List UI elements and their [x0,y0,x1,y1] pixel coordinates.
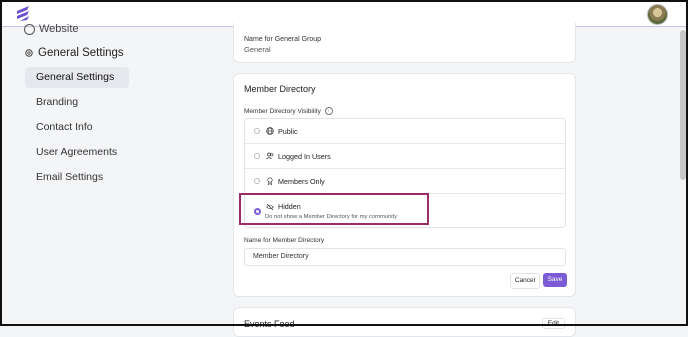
edit-button[interactable]: Edit [541,318,565,329]
hidden-option-highlight [239,193,429,225]
save-button[interactable]: Save [543,273,567,287]
badge-icon [267,177,273,185]
sidebar-item-contact-info[interactable]: Contact Info [25,117,129,138]
globe-icon [266,127,274,135]
member-directory-name-input[interactable]: Member Directory [244,248,566,266]
visibility-option-logged-in-users[interactable]: Logged In Users [245,144,565,169]
globe-icon [24,23,35,35]
member-directory-name-label: Name for Member Directory [244,237,325,244]
sidebar-item-branding[interactable]: Branding [25,92,129,113]
visibility-option-public[interactable]: Public [245,119,565,144]
sidebar-group-general-settings[interactable]: General Settings [24,47,124,59]
info-icon[interactable]: i [324,107,333,115]
general-group-name-value: General [244,45,271,54]
radio-public[interactable] [254,128,260,134]
app-logo-icon[interactable] [14,5,32,23]
settings-sidebar: Website General Settings General Setting… [0,23,200,326]
general-group-card: Name for General Group General [233,23,576,63]
sidebar-item-user-agreements[interactable]: User Agreements [25,142,129,163]
gear-icon [25,49,33,57]
users-icon [266,152,274,160]
member-directory-title: Member Directory [244,84,316,94]
radio-logged-in-users[interactable] [254,153,260,159]
sidebar-item-email-settings[interactable]: Email Settings [25,167,129,188]
radio-members-only[interactable] [254,178,260,184]
user-avatar[interactable] [647,4,668,25]
sidebar-item-general-settings[interactable]: General Settings [25,67,129,88]
member-directory-card: Member Directory Member Directory Visibi… [233,73,576,297]
visibility-label: Member Directory Visibility i [244,107,333,115]
sidebar-item-website[interactable]: Website [24,23,79,35]
visibility-option-members-only[interactable]: Members Only [245,169,565,194]
events-feed-title: Events Feed [244,319,295,329]
scrollbar[interactable] [680,30,686,180]
cancel-button[interactable]: Cancel [510,273,540,289]
general-group-name-label: Name for General Group [244,36,322,43]
events-feed-card: Events Feed Edit [233,307,576,337]
